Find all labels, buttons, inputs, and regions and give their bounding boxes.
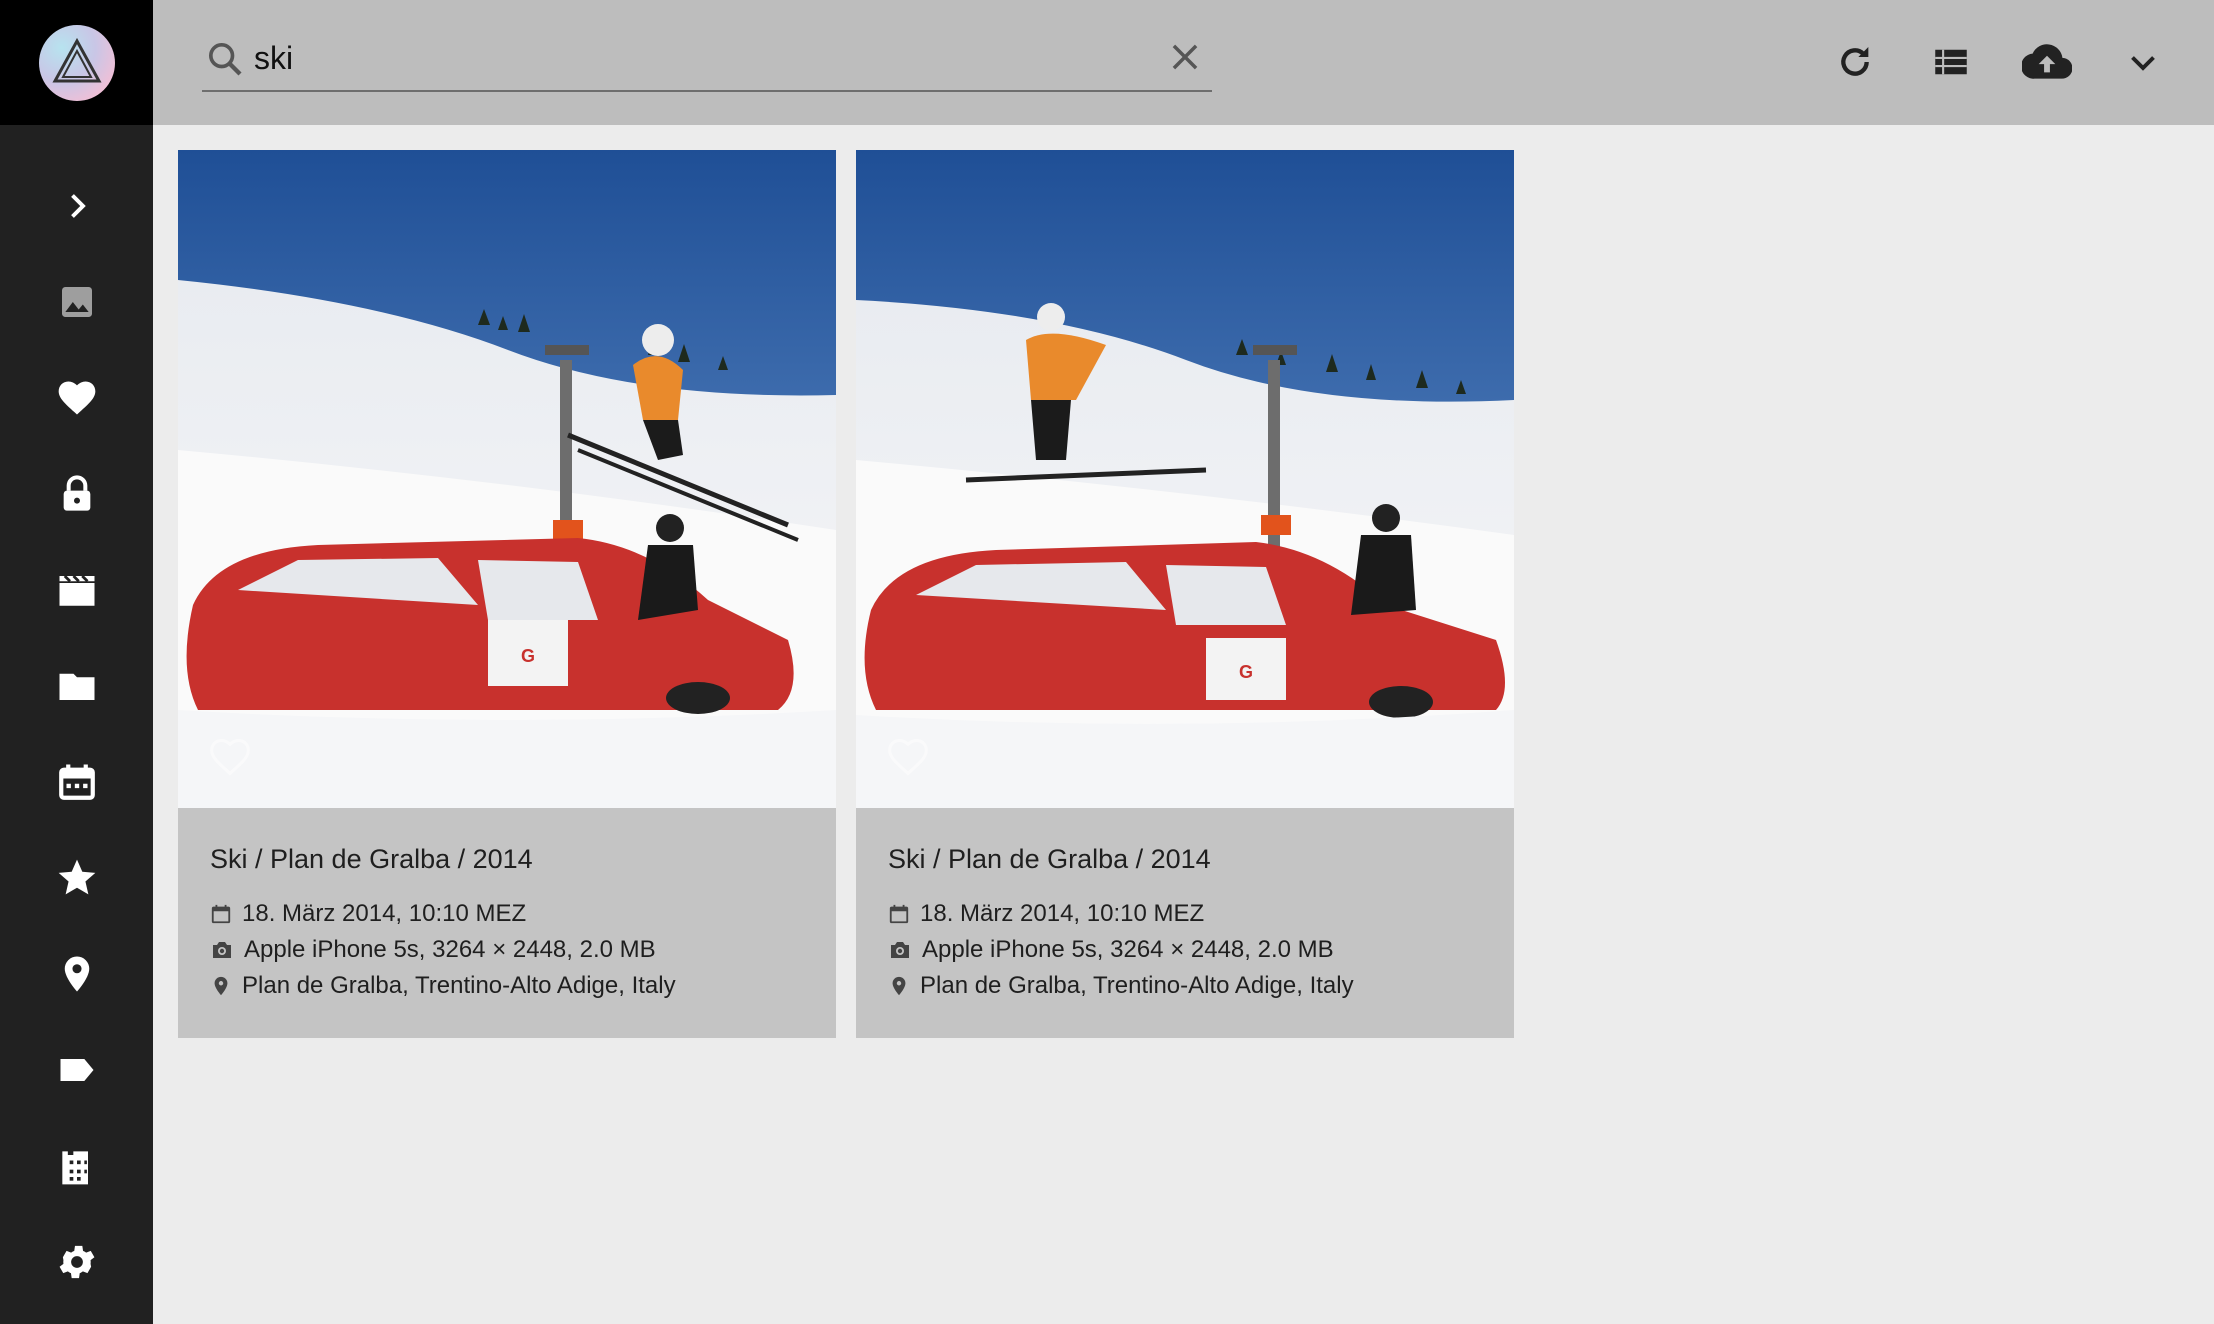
sidebar-item-expand[interactable] [0, 166, 153, 246]
photo-camera: Apple iPhone 5s, 3264 × 2448, 2.0 MB [244, 936, 656, 963]
heart-icon [58, 381, 95, 415]
photo-card[interactable]: G Ski / Plan de Gralba / 2014 18. März 2… [856, 150, 1514, 1038]
expand-toolbar-button[interactable] [2113, 32, 2173, 92]
sidebar-item-private[interactable] [0, 454, 153, 534]
sidebar-item-library[interactable] [0, 1126, 153, 1206]
map-marker-icon [892, 976, 906, 996]
sidebar-item-calendar[interactable] [0, 742, 153, 822]
photo-location-row: Plan de Gralba, Trentino-Alto Adige, Ita… [210, 970, 676, 1002]
calendar-icon [889, 904, 909, 924]
photo-title[interactable]: Ski / Plan de Gralba / 2014 [888, 844, 1211, 875]
sidebar-item-labels[interactable] [0, 1030, 153, 1110]
calendar-icon [58, 764, 95, 800]
logo-area[interactable] [0, 0, 153, 125]
folder-icon [59, 673, 94, 700]
calendar-icon [211, 904, 231, 924]
search-icon [209, 43, 242, 76]
photo-location: Plan de Gralba, Trentino-Alto Adige, Ita… [920, 972, 1354, 999]
sidebar [0, 0, 153, 1324]
camera-icon [891, 942, 909, 958]
lock-icon [63, 475, 90, 511]
search-field[interactable] [202, 30, 1212, 92]
chevron-down-icon [2131, 56, 2155, 71]
gear-icon [59, 1245, 94, 1279]
photo-camera-row: Apple iPhone 5s, 3264 × 2448, 2.0 MB [210, 934, 656, 966]
photo-camera: Apple iPhone 5s, 3264 × 2448, 2.0 MB [922, 936, 1334, 963]
sidebar-item-favorites[interactable] [0, 358, 153, 438]
sidebar-item-videos[interactable] [0, 550, 153, 630]
sidebar-item-moments[interactable] [0, 838, 153, 918]
photo-thumbnail[interactable]: G [178, 150, 836, 808]
sidebar-item-places[interactable] [0, 934, 153, 1014]
sidebar-item-settings[interactable] [0, 1222, 153, 1302]
reload-button[interactable] [1825, 32, 1885, 92]
svg-text:G: G [521, 646, 535, 666]
clapperboard-icon [59, 575, 94, 606]
top-toolbar [153, 0, 2214, 125]
map-marker-icon [214, 976, 228, 996]
app-logo[interactable] [38, 24, 115, 101]
view-list-icon [1935, 49, 1967, 75]
favorite-heart-icon[interactable] [886, 735, 930, 779]
photo-location-row: Plan de Gralba, Trentino-Alto Adige, Ita… [888, 970, 1354, 1002]
photo-date: 18. März 2014, 10:10 MEZ [242, 900, 527, 927]
triangle-logo-icon [51, 37, 102, 82]
map-marker-icon [64, 956, 89, 992]
favorite-heart-icon[interactable] [208, 735, 252, 779]
image-icon [61, 287, 92, 317]
photo-date-row: 18. März 2014, 10:10 MEZ [210, 898, 526, 930]
photo-location: Plan de Gralba, Trentino-Alto Adige, Ita… [242, 972, 676, 999]
sidebar-item-folders[interactable] [0, 646, 153, 726]
chevron-right-icon [70, 194, 86, 218]
refresh-icon [1841, 47, 1869, 76]
photo-date-row: 18. März 2014, 10:10 MEZ [888, 898, 1204, 930]
photo-camera-row: Apple iPhone 5s, 3264 × 2448, 2.0 MB [888, 934, 1334, 966]
camera-icon [213, 942, 231, 958]
photo-card[interactable]: G Ski / Plan de Gralba / 2014 18. März 2… [178, 150, 836, 1038]
upload-button[interactable] [2017, 32, 2077, 92]
clear-search-icon[interactable] [1166, 38, 1204, 76]
sidebar-item-photos[interactable] [0, 262, 153, 342]
search-input[interactable] [254, 36, 1134, 80]
star-icon [58, 859, 95, 895]
view-mode-button[interactable] [1921, 32, 1981, 92]
svg-text:G: G [1239, 662, 1253, 682]
label-icon [60, 1059, 93, 1081]
photo-thumbnail[interactable]: G [856, 150, 1514, 808]
photo-title[interactable]: Ski / Plan de Gralba / 2014 [210, 844, 533, 875]
photo-date: 18. März 2014, 10:10 MEZ [920, 900, 1205, 927]
film-archive-icon [61, 1151, 88, 1185]
cloud-upload-icon [2022, 44, 2072, 79]
